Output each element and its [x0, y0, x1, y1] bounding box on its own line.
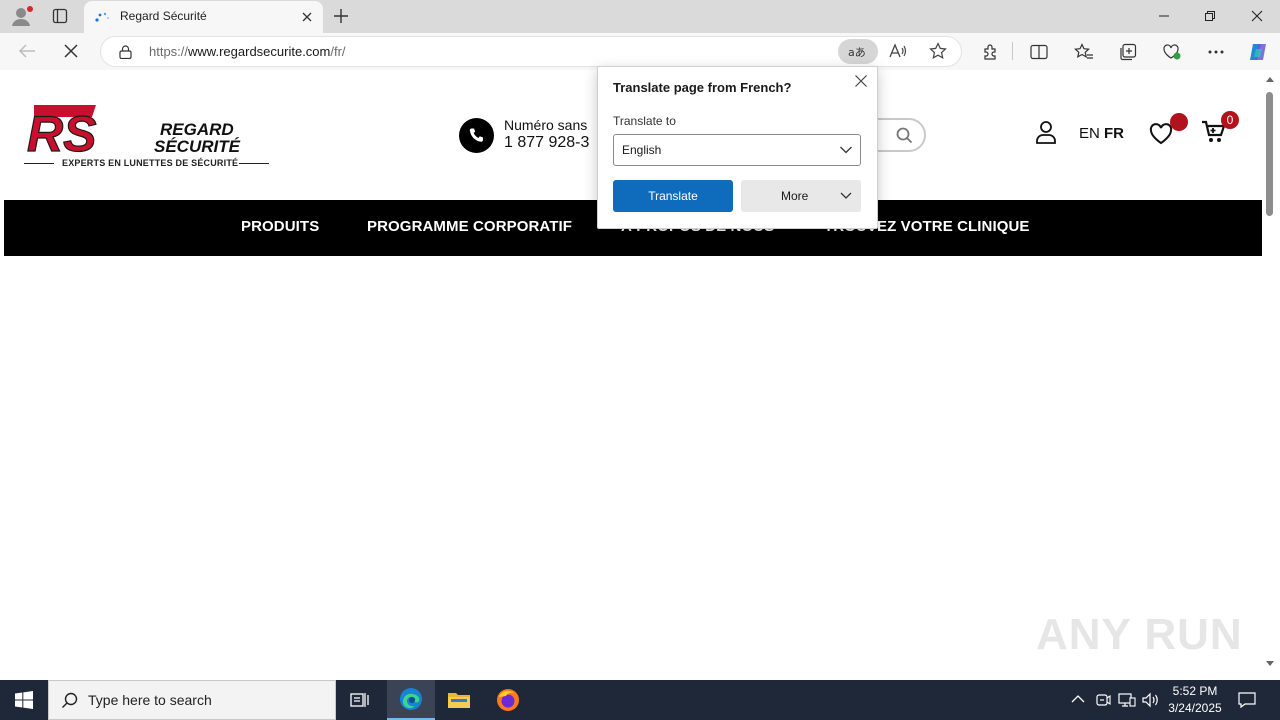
- browser-toolbar: https://www.regardsecurite.com/fr/ aあ: [0, 33, 1280, 70]
- new-tab-icon[interactable]: [332, 7, 350, 25]
- lang-fr-link[interactable]: FR: [1104, 125, 1124, 142]
- more-button[interactable]: More: [741, 180, 861, 212]
- account-icon[interactable]: [1035, 120, 1057, 144]
- profile-icon[interactable]: [10, 5, 34, 27]
- lang-en-link[interactable]: EN: [1079, 125, 1100, 142]
- cart-count-badge: 0: [1221, 111, 1239, 129]
- search-icon: [61, 692, 78, 709]
- url-scheme: https://: [149, 44, 189, 59]
- minimize-icon[interactable]: [1141, 0, 1187, 32]
- translate-button[interactable]: Translate: [613, 180, 733, 212]
- back-icon[interactable]: [18, 43, 36, 59]
- more-menu-icon[interactable]: [1202, 38, 1230, 66]
- meet-now-icon[interactable]: [1095, 692, 1111, 708]
- more-button-label: More: [781, 189, 809, 203]
- logo-initials: RS: [27, 106, 96, 155]
- wishlist-heart-icon[interactable]: [1149, 123, 1173, 145]
- chevron-down-icon: [839, 145, 853, 155]
- nav-item-produits[interactable]: PRODUITS: [241, 218, 319, 235]
- translate-icon[interactable]: aあ: [838, 39, 878, 64]
- toolbar-divider: [1012, 42, 1013, 60]
- logo-tagline: EXPERTS EN LUNETTES DE SÉCURITÉ: [62, 158, 239, 168]
- site-logo[interactable]: RS REGARD SÉCURITÉ EXPERTS EN LUNETTES D…: [24, 103, 274, 169]
- close-popup-icon[interactable]: [854, 74, 868, 88]
- nav-item-programme-corporatif[interactable]: PROGRAMME CORPORATIF: [367, 218, 572, 235]
- clock-date: 3/24/2025: [1168, 701, 1222, 715]
- close-window-icon[interactable]: [1234, 0, 1280, 32]
- tab-active[interactable]: Regard Sécurité: [84, 1, 323, 33]
- tray-chevron-up-icon[interactable]: [1071, 694, 1085, 704]
- lock-icon[interactable]: [119, 45, 132, 59]
- page-scrollbar[interactable]: [1262, 70, 1280, 676]
- taskbar: Type here to search 5:52 PM 3/24/2025: [0, 680, 1280, 720]
- favorite-star-icon[interactable]: [929, 42, 947, 60]
- translate-to-label: Translate to: [613, 114, 676, 128]
- tab-strip: Regard Sécurité: [0, 0, 1280, 33]
- selected-language: English: [622, 143, 662, 157]
- watermark: ANY RUN: [1036, 610, 1243, 659]
- search-icon[interactable]: [896, 127, 913, 144]
- tagline-rule-left: [24, 163, 54, 164]
- task-view-icon[interactable]: [336, 680, 384, 720]
- svg-text:aあ: aあ: [848, 46, 866, 59]
- copilot-icon[interactable]: [1244, 38, 1272, 66]
- read-aloud-icon[interactable]: [889, 43, 907, 59]
- tagline-rule-right: [239, 163, 269, 164]
- translate-popup-title: Translate page from French?: [613, 80, 792, 95]
- scroll-up-icon[interactable]: [1265, 76, 1275, 83]
- collections-icon[interactable]: [1114, 38, 1142, 66]
- volume-icon[interactable]: [1142, 692, 1160, 708]
- url-text[interactable]: https://www.regardsecurite.com/fr/: [149, 44, 346, 59]
- favorites-icon[interactable]: [1070, 38, 1098, 66]
- loading-spinner-icon: [94, 10, 110, 24]
- scrollbar-thumb[interactable]: [1266, 92, 1273, 216]
- url-host: www.regardsecurite.com: [188, 44, 331, 59]
- url-path: /fr/: [330, 44, 346, 59]
- translate-popup: Translate page from French? Translate to…: [597, 66, 878, 229]
- restore-icon[interactable]: [1187, 0, 1233, 32]
- scroll-down-icon[interactable]: [1265, 660, 1275, 667]
- extensions-icon[interactable]: [977, 38, 1005, 66]
- chevron-down-icon: [840, 191, 852, 200]
- edge-taskbar-icon[interactable]: [387, 680, 435, 720]
- close-tab-icon[interactable]: [300, 10, 314, 24]
- clock-time: 5:52 PM: [1172, 684, 1218, 698]
- taskbar-clock[interactable]: 5:52 PM 3/24/2025: [1160, 683, 1230, 717]
- address-bar[interactable]: https://www.regardsecurite.com/fr/ aあ: [100, 36, 962, 67]
- stop-loading-icon[interactable]: [63, 43, 79, 59]
- phone-number[interactable]: 1 877 928-3: [504, 134, 589, 152]
- logo-line2: SÉCURITÉ: [154, 137, 241, 155]
- phone-label: Numéro sans: [504, 117, 588, 133]
- browser-essentials-icon[interactable]: [1158, 38, 1186, 66]
- taskbar-search-placeholder: Type here to search: [88, 692, 212, 708]
- notifications-icon[interactable]: [1238, 691, 1256, 709]
- taskbar-search-input[interactable]: Type here to search: [48, 680, 336, 720]
- windows-start-icon[interactable]: [0, 680, 48, 720]
- tab-title: Regard Sécurité: [120, 9, 207, 23]
- language-select[interactable]: English: [613, 134, 861, 166]
- network-icon[interactable]: [1118, 692, 1136, 708]
- phone-icon[interactable]: [459, 118, 494, 153]
- tab-actions-icon[interactable]: [52, 8, 68, 24]
- firefox-icon[interactable]: [484, 680, 532, 720]
- file-explorer-icon[interactable]: [435, 680, 483, 720]
- split-screen-icon[interactable]: [1025, 38, 1053, 66]
- wishlist-badge: [1170, 113, 1188, 131]
